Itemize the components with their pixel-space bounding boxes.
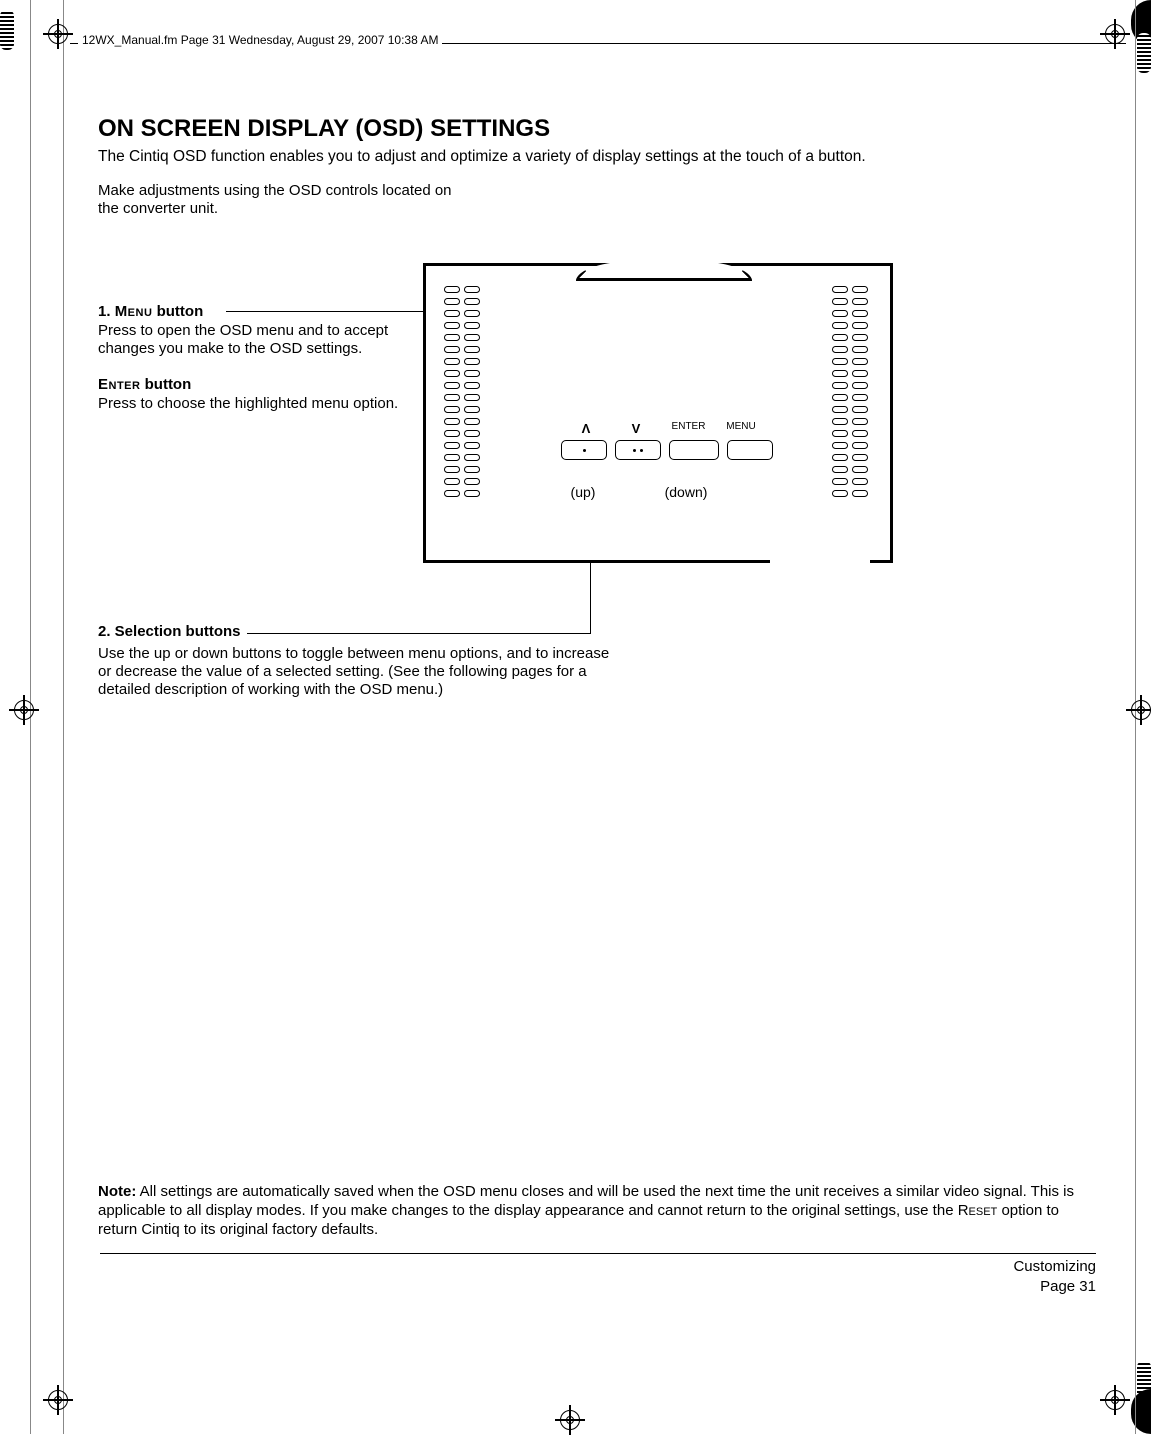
- leader-line: [221, 633, 591, 634]
- enter-label: ENTER: [661, 421, 716, 436]
- enter-button[interactable]: [669, 440, 719, 460]
- content-area: ON SCREEN DISPLAY (OSD) SETTINGS The Cin…: [98, 115, 1096, 1255]
- menu-label: MENU: [716, 421, 766, 436]
- registration-mark-icon: [1131, 700, 1151, 720]
- button-sublabels: (up) (down): [561, 484, 791, 500]
- callouts-left: 1. Menu button Press to open the OSD men…: [98, 303, 408, 431]
- note-body-a: All settings are automatically saved whe…: [98, 1183, 1074, 1219]
- callout-2-title: 2. Selection buttons: [98, 623, 247, 640]
- page: 12WX_Manual.fm Page 31 Wednesday, August…: [0, 0, 1151, 1434]
- down-sublabel: (down): [651, 484, 721, 500]
- callout-enter-title: Enter button: [98, 376, 408, 393]
- registration-mark-icon: [48, 1390, 68, 1410]
- callout-2-body: Use the up or down buttons to toggle bet…: [98, 645, 618, 699]
- registration-mark-icon: [560, 1410, 580, 1430]
- running-header: 12WX_Manual.fm Page 31 Wednesday, August…: [78, 33, 442, 47]
- registration-mark-icon: [48, 24, 68, 44]
- callout-enter-body: Press to choose the highlighted menu opt…: [98, 395, 408, 413]
- intro-text: The Cintiq OSD function enables you to a…: [98, 147, 1096, 166]
- menu-button[interactable]: [727, 440, 773, 460]
- page-title: ON SCREEN DISPLAY (OSD) SETTINGS: [98, 115, 1096, 143]
- note-reset: eset: [969, 1202, 998, 1219]
- note-paragraph: Note: All settings are automatically sav…: [98, 1183, 1096, 1239]
- callout-enter-suffix: button: [140, 376, 191, 393]
- osd-button-panel: Λ V ENTER MENU (up) (down): [561, 421, 791, 500]
- up-sublabel: (up): [555, 484, 611, 500]
- sub-text: Make adjustments using the OSD controls …: [98, 182, 458, 218]
- footer-section: Customizing: [1013, 1257, 1096, 1277]
- footer-rule: [100, 1253, 1096, 1255]
- note-label: Note:: [98, 1183, 136, 1200]
- callout-1-num: 1.: [98, 303, 115, 320]
- vent-grille-right: [832, 286, 872, 497]
- up-symbol: Λ: [561, 421, 611, 436]
- down-button[interactable]: [615, 440, 661, 460]
- callout-1-label: Menu: [115, 303, 153, 320]
- down-symbol: V: [611, 421, 661, 436]
- corner-blob-br: [1131, 1389, 1151, 1434]
- device-cutout: [770, 560, 870, 563]
- registration-mark-icon: [1105, 24, 1125, 44]
- button-labels-row: Λ V ENTER MENU: [561, 421, 791, 436]
- registration-mark-icon: [1105, 1390, 1125, 1410]
- callout-1-body: Press to open the OSD menu and to accept…: [98, 322, 408, 358]
- footer-page: Page 31: [1013, 1277, 1096, 1297]
- converter-unit-illustration: Λ V ENTER MENU (up) (down): [423, 263, 893, 563]
- binding-hatch-left: [0, 10, 14, 50]
- callout-1-suffix: button: [152, 303, 203, 320]
- footer: Customizing Page 31: [1013, 1257, 1096, 1296]
- registration-mark-icon: [14, 700, 34, 720]
- button-row: [561, 440, 791, 460]
- diagram: 1. Menu button Press to open the OSD men…: [98, 263, 1096, 693]
- up-button[interactable]: [561, 440, 607, 460]
- binding-hatch-right-top: [1137, 33, 1151, 73]
- callout-enter-label: Enter: [98, 376, 140, 393]
- guide-line: [63, 0, 64, 1434]
- vent-grille-left: [444, 286, 484, 497]
